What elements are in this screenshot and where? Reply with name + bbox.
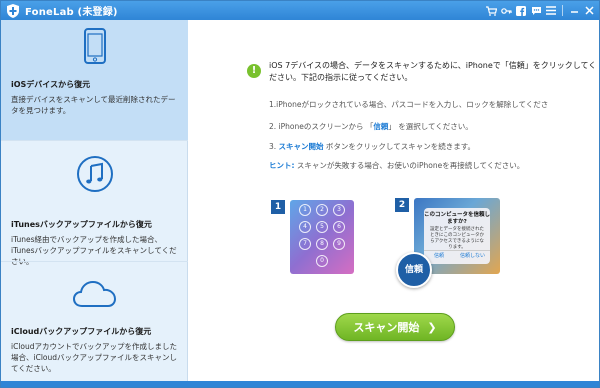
exclamation-icon: ! — [247, 64, 261, 78]
phone-icon — [83, 28, 106, 64]
step-1: 1.iPhoneがロックされている場合、パスコードを入力し、ロックを解除してくだ… — [269, 99, 599, 110]
dialog-dont-trust-option: 信頼しない — [460, 253, 486, 259]
minimize-icon[interactable] — [568, 5, 580, 17]
key-icon[interactable] — [500, 5, 512, 17]
step-highlight: スキャン開始 — [278, 142, 324, 151]
start-scan-button[interactable]: スキャン開始 ❯ — [335, 313, 455, 341]
title-separator — [562, 5, 563, 16]
step-text: 」 を選択してください。 — [388, 122, 473, 131]
dialog-divider — [424, 250, 490, 251]
step-text: 2. iPhoneのスクリーンから 「 — [269, 122, 374, 131]
title-controls — [485, 5, 595, 17]
keypad-key: 9 — [333, 238, 345, 250]
dialog-body: 設定とデータを接続されたときにこのコンピュータからアクセスできるようになります。 — [430, 227, 484, 250]
keypad-key: 4 — [299, 221, 311, 233]
trust-callout: 信頼 — [396, 252, 432, 288]
step-number-2: 2 — [395, 198, 409, 212]
keypad-key: 7 — [299, 238, 311, 250]
dialog-title: このコンピュータを信頼しますか? — [424, 212, 491, 225]
sidebar-item-desc: 直接デバイスをスキャンして最近削除されたデータを見つけます。 — [11, 95, 176, 115]
main-panel: ! iOS 7デバイスの場合、データをスキャンするために、iPhoneで「信頼」… — [189, 20, 599, 387]
step-number-1: 1 — [271, 200, 285, 214]
keypad-key: 8 — [316, 238, 328, 250]
fonelab-logo-icon — [7, 3, 19, 18]
sidebar-item-label: iCloudバックアップファイルから復元 — [11, 327, 152, 336]
step-2: 2. iPhoneのスクリーンから 「信頼」 を選択してください。 — [269, 121, 599, 132]
step-3: 3. スキャン開始 ボタンをクリックしてスキャンを続きます。 — [269, 141, 599, 152]
sidebar-item-label: iOSデバイスから復元 — [11, 80, 91, 89]
close-icon[interactable] — [583, 5, 595, 17]
bottom-bar — [1, 381, 599, 387]
notice-text: iOS 7デバイスの場合、データをスキャンするために、iPhoneで「信頼」をク… — [269, 61, 597, 82]
cart-icon[interactable] — [485, 5, 497, 17]
step-text: 3. — [269, 142, 279, 151]
chat-icon[interactable] — [530, 5, 542, 17]
hint: ヒント: スキャンが失敗する場合、お使いのiPhoneを再接続してください。 — [269, 160, 524, 171]
sidebar-item-icloud-backup[interactable]: iCloudバックアップファイルから復元 iCloudアカウントでバックアップを… — [1, 262, 188, 387]
keypad-key: 1 — [299, 204, 311, 216]
facebook-icon[interactable] — [515, 5, 527, 17]
keypad-key: 6 — [333, 221, 345, 233]
sidebar: iOSデバイスから復元 直接デバイスをスキャンして最近削除されたデータを見つけま… — [1, 20, 195, 387]
passcode-screen-image: 1 2 3 4 5 6 7 8 9 0 — [290, 200, 354, 274]
step-highlight: 信頼 — [373, 122, 389, 131]
cloud-icon — [72, 280, 116, 307]
start-scan-label: スキャン開始 — [353, 321, 420, 334]
hint-label: ヒント: — [269, 161, 295, 170]
step-text: ボタンをクリックしてスキャンを続きます。 — [323, 142, 475, 151]
sidebar-item-label: iTunesバックアップファイルから復元 — [11, 220, 152, 229]
menu-icon[interactable] — [545, 5, 557, 17]
sidebar-item-ios-device[interactable]: iOSデバイスから復元 直接デバイスをスキャンして最近削除されたデータを見つけま… — [1, 20, 195, 140]
keypad-key: 2 — [316, 204, 328, 216]
sidebar-item-desc: iCloudアカウントでバックアップを作成しました場合、iCloudバックアップ… — [11, 342, 178, 373]
app-window: FoneLab (未登録) iOSデバイスから復元 直接デバイスをスキャンして最… — [0, 0, 600, 388]
dialog-trust-option: 信頼 — [434, 253, 445, 259]
chevron-right-icon: ❯ — [427, 320, 437, 334]
step-text: 1.iPhoneがロックされている場合、パスコードを入力し、ロックを解除してくだ… — [269, 100, 549, 109]
keypad-key: 5 — [316, 221, 328, 233]
app-title: FoneLab (未登録) — [25, 7, 118, 18]
title-bar: FoneLab (未登録) — [1, 1, 599, 20]
keypad-key: 3 — [333, 204, 345, 216]
sidebar-item-itunes-backup[interactable]: iTunesバックアップファイルから復元 iTunes経由でバックアップを作成し… — [1, 141, 188, 266]
hint-text: スキャンが失敗する場合、お使いのiPhoneを再接続してください。 — [294, 161, 525, 170]
trust-dialog: このコンピュータを信頼しますか? 設定とデータを接続されたときにこのコンピュータ… — [424, 208, 490, 264]
music-note-icon — [76, 156, 113, 192]
keypad-key: 0 — [316, 255, 328, 267]
